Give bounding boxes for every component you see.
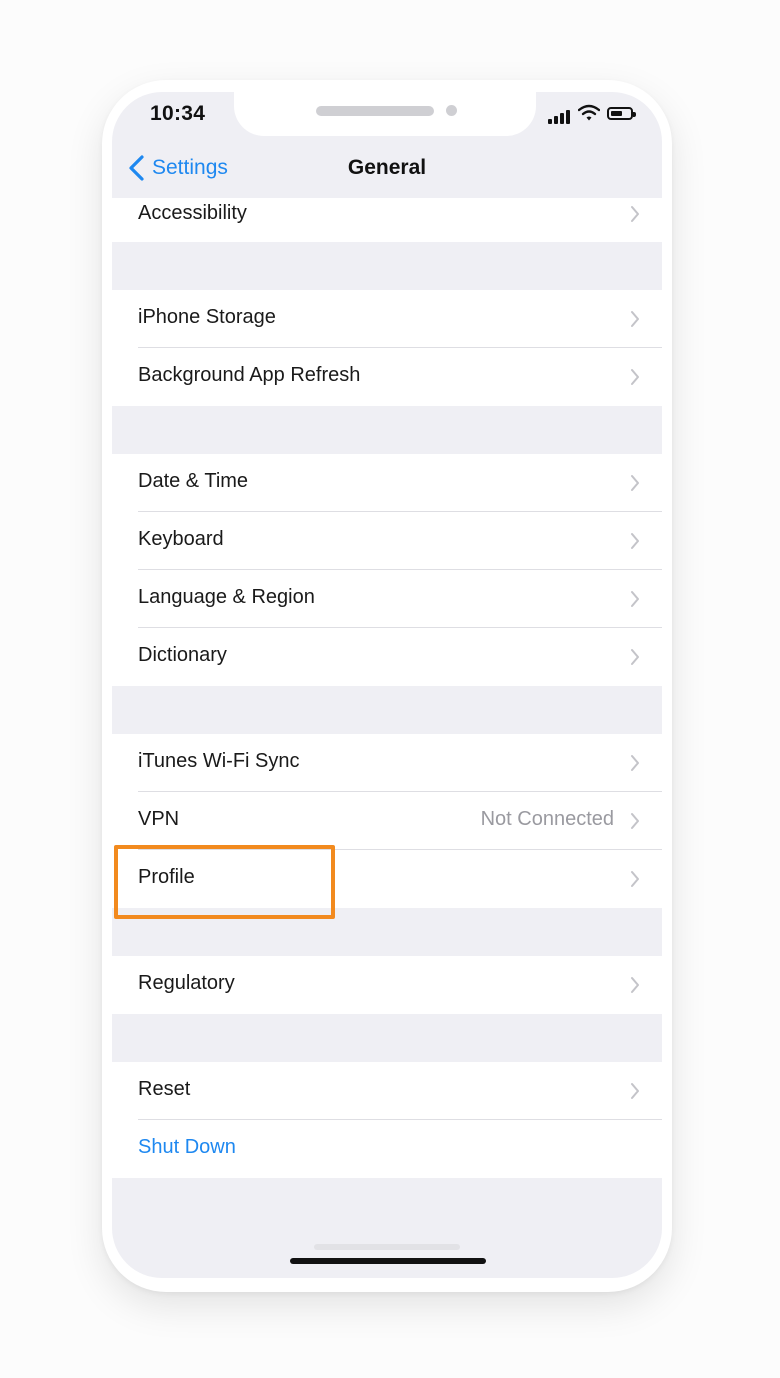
- status-time: 10:34: [150, 102, 206, 125]
- chevron-right-icon: [631, 1083, 639, 1099]
- scroll-indicator: [314, 1244, 460, 1250]
- shut-down-link: Shut Down: [138, 1136, 236, 1158]
- list-item-language-region[interactable]: Language & Region: [112, 570, 662, 628]
- list-item-background-app-refresh[interactable]: Background App Refresh: [112, 348, 662, 406]
- row-label: Regulatory: [138, 972, 235, 994]
- chevron-right-icon: [631, 813, 639, 829]
- list-item-vpn[interactable]: VPN Not Connected: [112, 792, 662, 850]
- list-item-date-time[interactable]: Date & Time: [112, 454, 662, 512]
- row-label: iPhone Storage: [138, 306, 276, 328]
- chevron-right-icon: [631, 977, 639, 993]
- profile-highlight-box: [114, 845, 335, 919]
- row-label: Date & Time: [138, 470, 249, 492]
- battery-icon: [607, 107, 636, 120]
- chevron-right-icon: [631, 311, 639, 327]
- list-item-accessibility[interactable]: Accessibility: [112, 198, 662, 242]
- list-item-itunes-wifi-sync[interactable]: iTunes Wi-Fi Sync: [112, 734, 662, 792]
- chevron-right-icon: [631, 591, 639, 607]
- phone-screen: 10:34 Settings General Accessibility iPh…: [112, 92, 662, 1278]
- status-bar: 10:34: [112, 92, 662, 138]
- wifi-icon: [578, 104, 600, 121]
- row-label: iTunes Wi-Fi Sync: [138, 750, 300, 772]
- row-label: Background App Refresh: [138, 364, 361, 386]
- list-item-iphone-storage[interactable]: iPhone Storage: [112, 290, 662, 348]
- list-item-shut-down[interactable]: Shut Down: [112, 1120, 662, 1178]
- navigation-bar: Settings General: [112, 138, 662, 198]
- list-item-regulatory[interactable]: Regulatory: [112, 956, 662, 1014]
- row-label: Reset: [138, 1078, 191, 1100]
- row-label: Language & Region: [138, 586, 315, 608]
- list-item-dictionary[interactable]: Dictionary: [112, 628, 662, 686]
- list-item-reset[interactable]: Reset: [112, 1062, 662, 1120]
- front-camera: [446, 105, 457, 116]
- home-indicator[interactable]: [290, 1258, 486, 1264]
- chevron-right-icon: [631, 533, 639, 549]
- row-label: Keyboard: [138, 528, 224, 550]
- row-label: Dictionary: [138, 644, 227, 666]
- cellular-signal-icon: [548, 108, 572, 124]
- row-label: Accessibility: [138, 202, 247, 224]
- notch: [234, 92, 536, 136]
- page-title: General: [347, 156, 427, 179]
- chevron-right-icon: [631, 755, 639, 771]
- chevron-right-icon: [631, 649, 639, 665]
- chevron-right-icon: [631, 871, 639, 887]
- list-item-keyboard[interactable]: Keyboard: [112, 512, 662, 570]
- speaker-grille: [316, 106, 434, 116]
- chevron-right-icon: [631, 206, 639, 222]
- vpn-status-value: Not Connected: [480, 808, 614, 830]
- row-label: VPN: [138, 808, 180, 830]
- chevron-right-icon: [631, 369, 639, 385]
- chevron-right-icon: [631, 475, 639, 491]
